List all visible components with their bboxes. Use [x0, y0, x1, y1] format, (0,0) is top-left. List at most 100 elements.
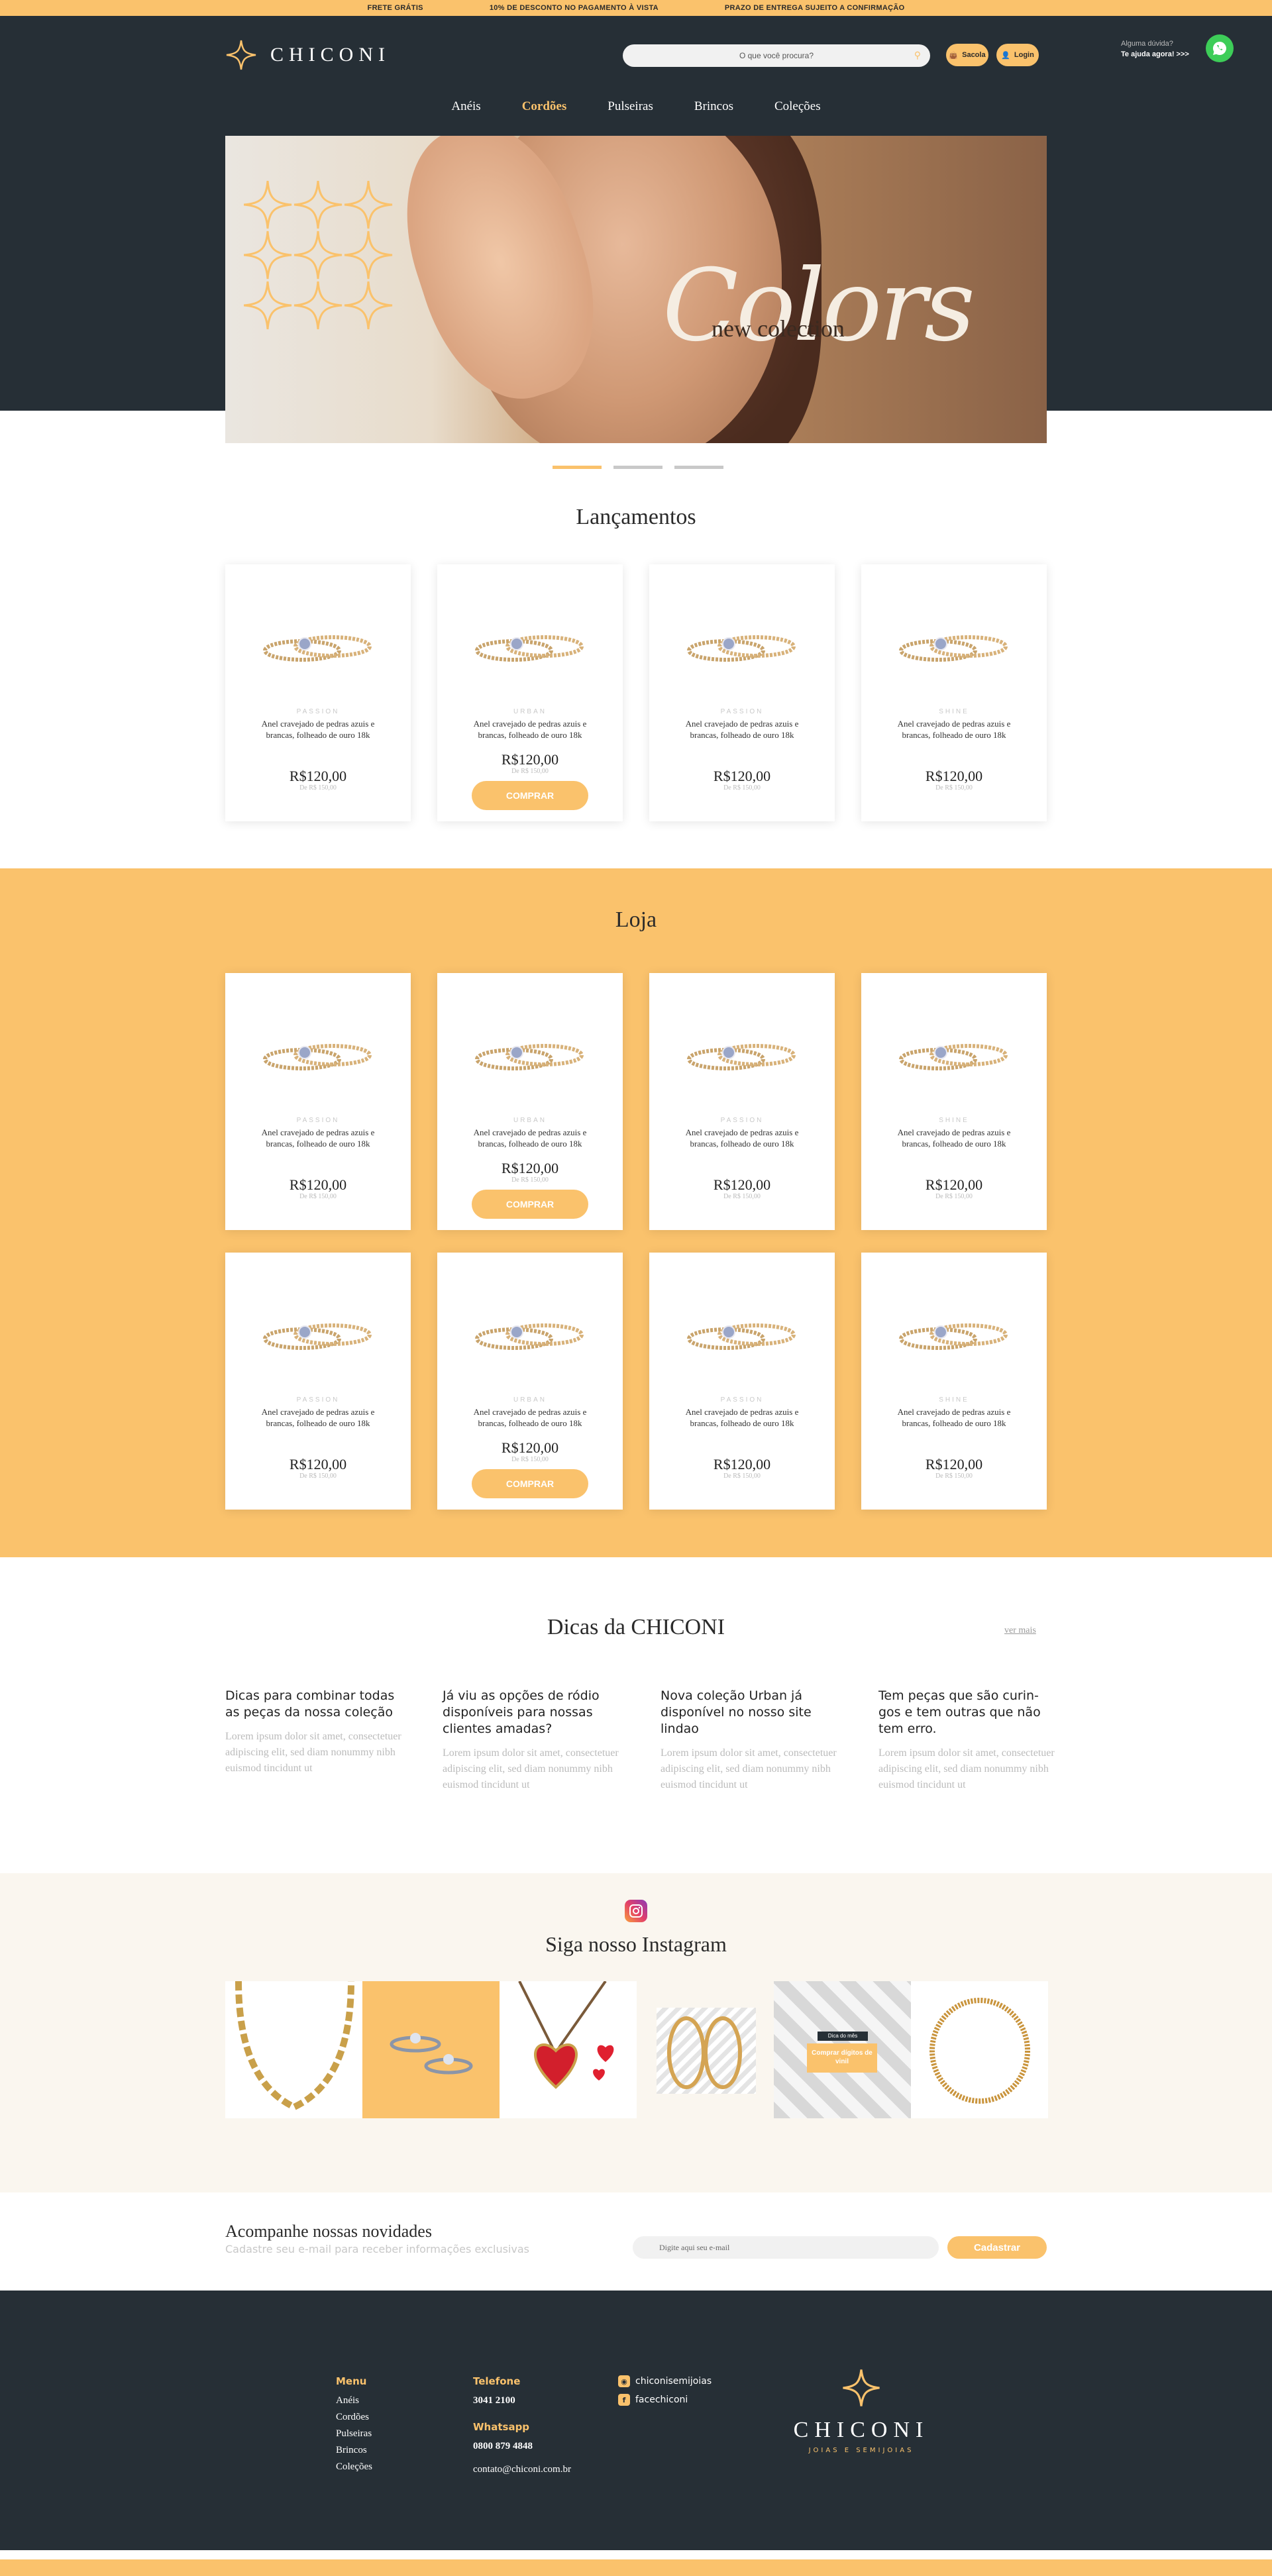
footer-whatsapp[interactable]: 0800 879 4848 [473, 2438, 571, 2455]
instagram-post[interactable]: Dica do mês Comprar dígitos de vinil [774, 1981, 911, 2118]
product-card[interactable]: PASSION Anel cravejado de pedras azuis e … [225, 564, 411, 821]
product-card[interactable]: SHINE Anel cravejado de pedras azuis e br… [861, 1253, 1047, 1510]
buy-button[interactable]: COMPRAR [472, 1469, 588, 1498]
product-image [899, 1323, 1008, 1350]
newsletter-title: Acompanhe nossas novidades [225, 2222, 432, 2241]
tips-title: Dicas da CHICONI [547, 1615, 725, 1639]
slider-dot[interactable] [553, 466, 602, 469]
product-brand: PASSION [296, 708, 340, 715]
tip-post[interactable]: Já viu as opções de ródio disponíveis pa… [443, 1688, 621, 1793]
slider-dot[interactable] [674, 466, 723, 469]
search-input[interactable]: O que você procura? ⚲ [623, 44, 930, 67]
product-card[interactable]: SHINE Anel cravejado de pedras azuis e br… [861, 973, 1047, 1230]
instagram-post[interactable] [362, 1981, 500, 2118]
footer-menu-title: Menu [336, 2375, 367, 2387]
instagram-icon[interactable] [625, 1900, 647, 1922]
footer-link-aneis[interactable]: Anéis [336, 2393, 372, 2409]
instagram-post[interactable] [225, 1981, 362, 2118]
buy-button[interactable]: COMPRAR [472, 781, 588, 810]
help-text[interactable]: Alguma dúvida? Te ajuda agora! >>> [1121, 38, 1189, 60]
product-image [899, 635, 1008, 662]
product-card[interactable]: SHINE Anel cravejado de pedras azuis e br… [861, 564, 1047, 821]
instagram-icon: ◉ [618, 2375, 630, 2387]
instagram-post[interactable] [637, 1981, 774, 2118]
product-price: R$120,00 [501, 1439, 559, 1456]
product-card[interactable]: URBAN Anel cravejado de pedras azuis e br… [437, 1253, 623, 1510]
product-price: R$120,00 [925, 1176, 983, 1193]
product-brand: SHINE [939, 1396, 969, 1404]
product-brand: URBAN [513, 708, 547, 715]
product-price: R$120,00 [501, 1160, 559, 1176]
instagram-post[interactable] [911, 1981, 1048, 2118]
footer-link-cordoes[interactable]: Cordões [336, 2409, 372, 2426]
bag-icon: 👜 [949, 51, 959, 60]
footer-contact: Telefone 3041 2100 Whatsapp 0800 879 484… [473, 2375, 571, 2478]
footer-facebook-link[interactable]: f facechiconi [618, 2394, 712, 2406]
product-brand: PASSION [296, 1396, 340, 1404]
product-old-price: De R$ 150,00 [935, 784, 973, 792]
whatsapp-button[interactable] [1206, 34, 1234, 62]
slider-dot[interactable] [613, 466, 662, 469]
buy-button[interactable]: COMPRAR [472, 1190, 588, 1219]
product-card[interactable]: PASSION Anel cravejado de pedras azuis e … [225, 973, 411, 1230]
footer-link-brincos[interactable]: Brincos [336, 2442, 372, 2459]
whatsapp-icon [1213, 42, 1226, 55]
login-button[interactable]: 👤 Login [996, 44, 1039, 66]
bag-button[interactable]: 👜 Sacola [946, 44, 988, 66]
product-name: Anel cravejado de pedras azuis e brancas… [261, 719, 375, 740]
tip-post[interactable]: Dicas para combinar todas as peças da no… [225, 1688, 404, 1777]
product-card[interactable]: URBAN Anel cravejado de pedras azuis e br… [437, 973, 623, 1230]
nav-item-colecoes[interactable]: Coleções [774, 99, 821, 114]
product-price: R$120,00 [289, 1456, 347, 1472]
product-card[interactable]: PASSION Anel cravejado de pedras azuis e … [649, 973, 835, 1230]
chain-necklace-image [929, 1998, 1030, 2104]
tip-title: Já viu as opções de ródio disponíveis pa… [443, 1688, 600, 1736]
nav-item-cordoes[interactable]: Cordões [522, 99, 567, 114]
slider-dots [553, 466, 723, 469]
newsletter-submit-button[interactable]: Cadastrar [947, 2236, 1047, 2259]
product-card[interactable]: PASSION Anel cravejado de pedras azuis e … [649, 1253, 835, 1510]
nav-item-aneis[interactable]: Anéis [451, 99, 480, 114]
footer-link-colecoes[interactable]: Coleções [336, 2459, 372, 2475]
product-price: R$120,00 [713, 1176, 771, 1193]
tip-excerpt: Lorem ipsum dolor sit amet, consectetuer… [661, 1747, 837, 1790]
product-name: Anel cravejado de pedras azuis e brancas… [897, 1407, 1011, 1428]
instagram-post[interactable] [500, 1981, 637, 2118]
footer-divider [0, 2550, 1272, 2559]
sparkle-pattern-icon [244, 181, 394, 331]
newsletter-email-input[interactable]: Digite aqui seu e-mail [633, 2236, 939, 2259]
footer-link-pulseiras[interactable]: Pulseiras [336, 2426, 372, 2442]
main-nav: Anéis Cordões Pulseiras Brincos Coleções [0, 99, 1272, 114]
tip-excerpt: Lorem ipsum dolor sit amet, consectetuer… [225, 1731, 401, 1774]
product-card[interactable]: PASSION Anel cravejado de pedras azuis e … [649, 564, 835, 821]
promo-bar: FRETE GRÁTIS 10% DE DESCONTO NO PAGAMENT… [0, 0, 1272, 16]
tip-post[interactable]: Nova coleção Urban já disponível no noss… [661, 1688, 839, 1793]
hero-title: Colors [662, 248, 975, 364]
rings-image [390, 2033, 473, 2075]
product-price: R$120,00 [501, 751, 559, 768]
hero-banner[interactable]: Colors new colection [225, 136, 1047, 443]
star-logo-icon [843, 2369, 880, 2406]
product-image [263, 1044, 372, 1070]
user-icon: 👤 [1001, 51, 1010, 60]
nav-item-pulseiras[interactable]: Pulseiras [608, 99, 653, 114]
tip-post[interactable]: Tem peças que são curin-gos e tem outras… [878, 1688, 1057, 1793]
footer-instagram-link[interactable]: ◉ chiconisemijoias [618, 2375, 712, 2387]
product-card[interactable]: PASSION Anel cravejado de pedras azuis e … [225, 1253, 411, 1510]
nav-item-brincos[interactable]: Brincos [694, 99, 733, 114]
tip-excerpt: Lorem ipsum dolor sit amet, consectetuer… [443, 1747, 619, 1790]
product-old-price: De R$ 150,00 [723, 784, 761, 792]
footer-logo[interactable]: CHICONI JOIAS E SEMIJOIAS [782, 2368, 941, 2454]
brand-logo[interactable]: CHICONI [225, 39, 390, 71]
product-card[interactable]: URBAN Anel cravejado de pedras azuis e br… [437, 564, 623, 821]
product-brand: URBAN [513, 1396, 547, 1404]
footer-email[interactable]: contato@chiconi.com.br [473, 2461, 571, 2478]
product-name: Anel cravejado de pedras azuis e brancas… [261, 1127, 375, 1149]
search-icon[interactable]: ⚲ [914, 50, 921, 61]
tips-more-link[interactable]: ver mais [1004, 1625, 1036, 1636]
footer-phone[interactable]: 3041 2100 [473, 2393, 571, 2409]
product-old-price: De R$ 150,00 [511, 1176, 549, 1184]
product-image [263, 635, 372, 662]
product-name: Anel cravejado de pedras azuis e brancas… [473, 1127, 587, 1149]
footer-phone-title: Telefone [473, 2375, 521, 2387]
